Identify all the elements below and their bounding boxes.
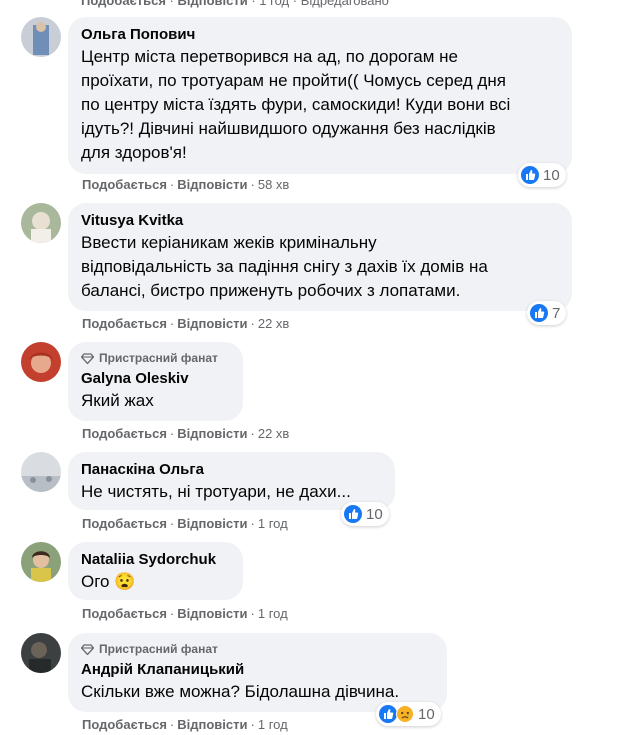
reactions-summary[interactable]: 10 — [518, 163, 566, 187]
like-action[interactable]: Подобається — [82, 426, 167, 441]
comment-text: Скільки вже можна? Бідолашна дівчина. — [81, 682, 400, 701]
comment-text: Центр міста перетворився на ад, по дорог… — [81, 47, 511, 162]
reply-action[interactable]: Відповісти — [177, 0, 247, 8]
top-fan-badge[interactable]: Пристрасний фанат — [81, 641, 435, 657]
sad-icon — [396, 705, 414, 723]
comment-author[interactable]: Nataliia Sydorchuk — [81, 550, 231, 569]
like-action[interactable]: Подобається — [82, 177, 167, 192]
reactions-summary[interactable]: 7 — [527, 301, 567, 325]
comment-text: Не чистять, ні тротуари, не дахи... — [81, 482, 351, 501]
avatar[interactable] — [21, 633, 61, 673]
like-action[interactable]: Подобається — [82, 316, 167, 331]
comment-time[interactable]: 1 год — [259, 0, 289, 8]
reaction-count: 7 — [552, 304, 561, 322]
reactions-summary[interactable]: 10 — [341, 502, 389, 526]
like-icon — [521, 166, 539, 184]
reply-action[interactable]: Відповісти — [177, 177, 247, 192]
like-action[interactable]: Подобається — [82, 606, 167, 621]
comment-bubble: Vitusya Kvitka Ввести керіаникам жеків к… — [68, 203, 572, 311]
comment-bubble: Ольга Попович Центр міста перетворився н… — [68, 17, 572, 174]
like-action[interactable]: Подобається — [81, 0, 166, 8]
reply-action[interactable]: Відповісти — [177, 316, 247, 331]
reaction-count: 10 — [543, 166, 560, 184]
comment-bubble: Пристрасний фанат Galyna Oleskiv Який жа… — [68, 342, 243, 421]
reply-action[interactable]: Відповісти — [177, 606, 247, 621]
edited-label: Відредаговано — [300, 0, 389, 8]
reactions-summary[interactable]: 10 — [376, 702, 441, 726]
like-action[interactable]: Подобається — [82, 717, 167, 732]
avatar[interactable] — [21, 203, 61, 243]
comment-actions: Подобається · Відповісти · 1 год — [82, 606, 288, 621]
comment-actions: Подобається · Відповісти · 1 год — [82, 717, 288, 732]
comment-author[interactable]: Ольга Попович — [81, 25, 560, 44]
previous-comment-actions: Подобається · Відповісти · 1 год · Відре… — [81, 0, 389, 8]
top-fan-badge[interactable]: Пристрасний фанат — [81, 350, 231, 366]
comment-text: Який жах — [81, 391, 154, 410]
comment-bubble: Пристрасний фанат Андрій Клапаницький Ск… — [68, 633, 447, 712]
comment-time[interactable]: 1 год — [258, 717, 288, 732]
comment-actions: Подобається · Відповісти · 22 хв — [82, 426, 290, 441]
comment-author[interactable]: Galyna Oleskiv — [81, 369, 231, 388]
comment-actions: Подобається · Відповісти · 1 год — [82, 516, 288, 531]
comment-author[interactable]: Андрій Клапаницький — [81, 660, 435, 679]
reaction-count: 10 — [366, 505, 383, 523]
reply-action[interactable]: Відповісти — [177, 516, 247, 531]
comment-bubble: Панаскіна Ольга Не чистять, ні тротуари,… — [68, 452, 395, 510]
comment-bubble: Nataliia Sydorchuk Ого 😧 — [68, 542, 243, 600]
comment-actions: Подобається · Відповісти · 22 хв — [82, 316, 290, 331]
comment-author[interactable]: Vitusya Kvitka — [81, 211, 560, 230]
avatar[interactable] — [21, 542, 61, 582]
reply-action[interactable]: Відповісти — [177, 426, 247, 441]
comment-time[interactable]: 22 хв — [258, 426, 289, 441]
like-icon — [344, 505, 362, 523]
avatar[interactable] — [21, 17, 61, 57]
badge-label: Пристрасний фанат — [99, 642, 218, 656]
comment-time[interactable]: 22 хв — [258, 316, 289, 331]
comment-author[interactable]: Панаскіна Ольга — [81, 460, 383, 479]
comment-time[interactable]: 58 хв — [258, 177, 289, 192]
comment-text: Ввести керіаникам жеків кримінальну відпо… — [81, 233, 488, 300]
badge-label: Пристрасний фанат — [99, 351, 218, 365]
comment-time[interactable]: 1 год — [258, 516, 288, 531]
like-icon — [530, 304, 548, 322]
comment-time[interactable]: 1 год — [258, 606, 288, 621]
reply-action[interactable]: Відповісти — [177, 717, 247, 732]
avatar[interactable] — [21, 342, 61, 382]
diamond-icon — [81, 352, 94, 364]
comment-text: Ого 😧 — [81, 572, 136, 591]
comment-actions: Подобається · Відповісти · 58 хв — [82, 177, 290, 192]
diamond-icon — [81, 643, 94, 655]
like-action[interactable]: Подобається — [82, 516, 167, 531]
like-icon — [379, 705, 397, 723]
avatar[interactable] — [21, 452, 61, 492]
reaction-count: 10 — [418, 705, 435, 723]
